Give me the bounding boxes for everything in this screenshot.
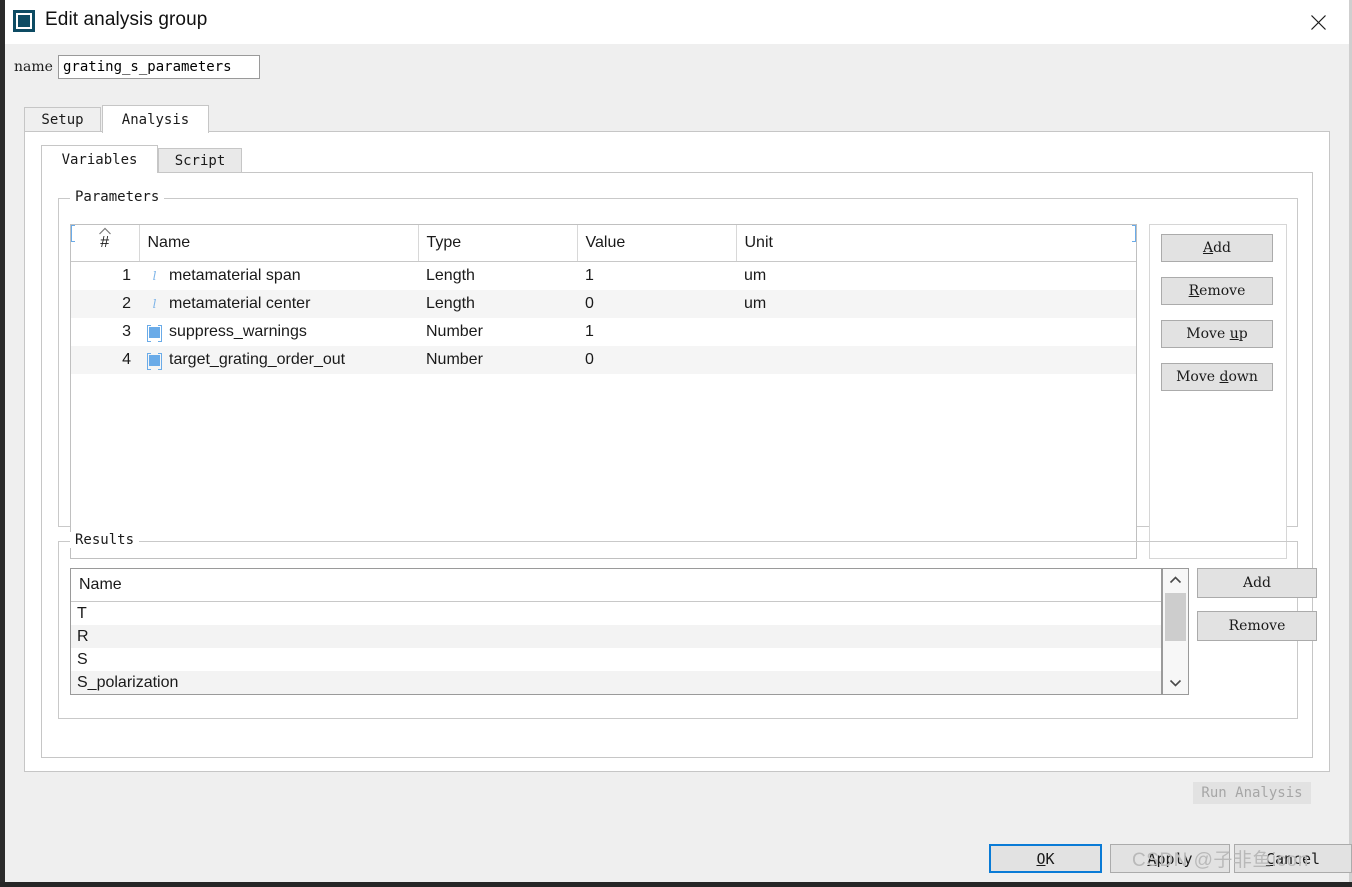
parameters-table: # Name Type Value Unit 1 l metamaterial … <box>71 225 1136 374</box>
table-row[interactable]: 2 l metamaterial center Length 0 um <box>71 225 1136 318</box>
row-name: metamaterial center <box>169 295 311 312</box>
table-row[interactable]: 4 target_grating_order_out Number 0 <box>71 346 1136 374</box>
chevron-down-icon <box>1169 679 1182 687</box>
remove-parameter-button[interactable]: Remove <box>1161 277 1273 305</box>
list-item[interactable]: S <box>71 648 1161 671</box>
tab-variables[interactable]: Variables <box>41 145 158 173</box>
sort-ascending-icon <box>98 227 111 235</box>
row-number: 1 <box>122 267 131 284</box>
row-value[interactable]: 0 <box>577 290 736 318</box>
name-input[interactable] <box>58 55 260 79</box>
list-item[interactable]: R <box>71 625 1161 648</box>
row-value[interactable]: 1 <box>577 262 736 291</box>
row-number: 2 <box>71 290 139 318</box>
title-bar: Edit analysis group <box>5 0 1349 45</box>
analysis-sub-tabs: Variables Script <box>41 145 1313 173</box>
analysis-group-icon <box>13 10 35 32</box>
length-variable-icon: l <box>71 225 1136 312</box>
row-unit[interactable]: um <box>736 262 1136 291</box>
results-group: Results Name T R S S_polarization Add Re… <box>58 532 1317 719</box>
variables-tab-panel: Parameters # Name Type Value Unit 1 l me… <box>41 172 1317 758</box>
row-name: suppress_warnings <box>169 323 307 340</box>
close-button[interactable] <box>1293 0 1343 44</box>
remove-result-button[interactable]: Remove <box>1197 611 1317 641</box>
row-unit[interactable]: um <box>736 290 1136 318</box>
run-analysis-button: Run Analysis <box>1193 782 1311 804</box>
table-row[interactable]: 1 l metamaterial span Length 1 um <box>71 225 1136 291</box>
results-list[interactable]: Name T R S S_polarization <box>70 568 1162 695</box>
row-type: Number <box>426 323 483 340</box>
parameters-button-panel: Add Remove Move up Move d own <box>1149 224 1287 559</box>
results-scrollbar[interactable] <box>1162 568 1189 695</box>
row-number: 3 <box>122 323 131 340</box>
main-tabs: Setup Analysis <box>24 105 1330 133</box>
dialog-window: Edit analysis group name Setup Analysis … <box>0 0 1352 887</box>
number-variable-icon <box>147 352 162 370</box>
parameters-group: Parameters # Name Type Value Unit 1 l me… <box>58 189 1298 559</box>
scroll-up-button[interactable] <box>1163 569 1188 591</box>
tab-analysis[interactable]: Analysis <box>102 105 209 133</box>
add-parameter-button[interactable]: Add <box>1161 234 1273 262</box>
row-name: target_grating_order_out <box>169 351 346 368</box>
cancel-button[interactable]: Cancel <box>1234 844 1352 873</box>
desktop-left-edge <box>0 0 5 887</box>
row-name: metamaterial span <box>169 267 301 284</box>
table-row[interactable]: 3 suppress_warnings Number 1 <box>71 318 1136 346</box>
number-variable-icon <box>147 324 162 342</box>
results-column-header: Name <box>71 569 1161 602</box>
analysis-tab-panel: Variables Script Parameters # Name Type … <box>24 131 1330 772</box>
add-result-button[interactable]: Add <box>1197 568 1317 598</box>
row-number: 4 <box>71 346 139 374</box>
move-up-button[interactable]: Move up <box>1161 320 1273 348</box>
row-value[interactable]: 1 <box>577 318 736 346</box>
column-header-value[interactable]: Value <box>577 225 737 262</box>
row-value[interactable]: 0 <box>577 346 736 374</box>
row-type: Length <box>418 290 577 318</box>
apply-button[interactable]: Apply <box>1110 844 1230 873</box>
row-type: Number <box>418 346 577 374</box>
list-item[interactable]: T <box>71 602 1161 625</box>
column-header-num-label: # <box>100 234 110 251</box>
results-group-label: Results <box>70 532 140 548</box>
row-unit[interactable] <box>736 346 1136 374</box>
list-item[interactable]: S_polarization <box>71 671 1161 694</box>
window-title: Edit analysis group <box>45 9 208 30</box>
column-header-name[interactable]: Name <box>139 225 419 262</box>
column-header-num[interactable]: # <box>71 225 140 262</box>
row-type: Length <box>426 267 475 284</box>
name-row: name <box>5 44 1349 92</box>
chevron-up-icon <box>1169 576 1182 584</box>
length-variable-icon: l <box>71 225 1136 284</box>
close-icon <box>1310 14 1326 30</box>
tab-setup[interactable]: Setup <box>24 107 101 131</box>
scroll-down-button[interactable] <box>1163 672 1188 694</box>
row-unit[interactable] <box>736 318 1136 346</box>
scrollbar-thumb[interactable] <box>1165 593 1186 641</box>
dialog-button-bar: OK Apply Cancel <box>5 824 1352 882</box>
table-header-row: # Name Type Value Unit <box>71 225 1136 262</box>
move-down-button[interactable]: Move d own <box>1161 363 1273 391</box>
parameters-group-label: Parameters <box>70 189 165 205</box>
name-label: name <box>14 59 53 75</box>
parameters-table-container[interactable]: # Name Type Value Unit 1 l metamaterial … <box>70 224 1137 559</box>
tab-script[interactable]: Script <box>158 148 242 172</box>
column-header-unit[interactable]: Unit <box>736 225 1136 262</box>
ok-button[interactable]: OK <box>989 844 1102 873</box>
column-header-type[interactable]: Type <box>418 225 578 262</box>
desktop-bottom-edge <box>0 882 1352 887</box>
